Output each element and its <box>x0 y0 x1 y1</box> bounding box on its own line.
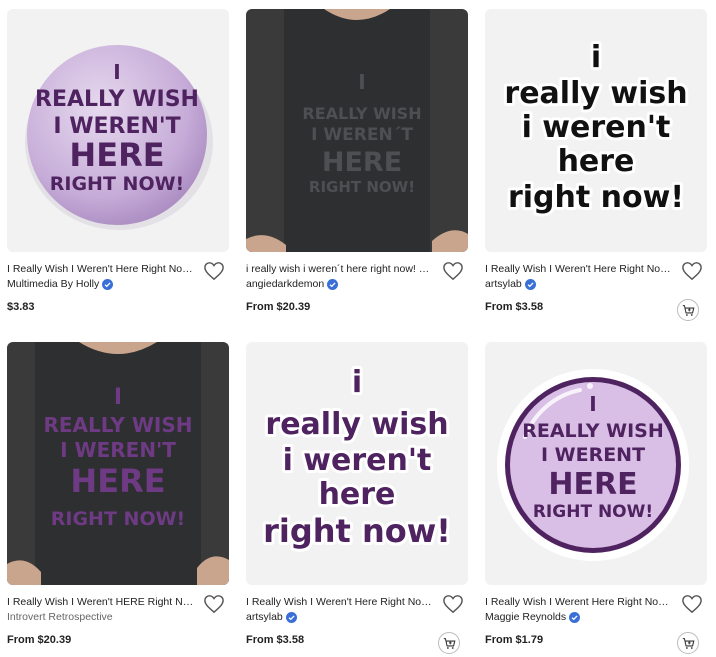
heart-icon[interactable] <box>442 594 464 614</box>
art-line: REALLY WISH <box>35 87 199 112</box>
art-line: I WEREN´T <box>311 125 413 145</box>
product-price: $3.83 <box>7 301 35 313</box>
seller-name[interactable]: artsylab <box>485 278 536 290</box>
art-line: i <box>352 365 362 400</box>
seller-label: Multimedia By Holly <box>7 278 100 290</box>
art-line: here <box>319 477 396 512</box>
art-line: RIGHT NOW! <box>51 508 185 530</box>
seller-name[interactable]: Multimedia By Holly <box>7 278 114 290</box>
product-image-sticker[interactable]: i really wish i weren't here right now! <box>485 9 707 252</box>
add-to-cart-button[interactable] <box>677 299 699 321</box>
verified-badge-icon <box>327 278 339 290</box>
round-sticker-image: I REALLY WISH I WERENT HERE RIGHT NOW! <box>497 369 689 561</box>
product-price: From $3.58 <box>246 634 305 646</box>
product-image-sticker[interactable]: I REALLY WISH I WERENT HERE RIGHT NOW! <box>485 342 707 585</box>
product-title[interactable]: I Really Wish I Weren't Here Right Now! … <box>485 263 675 275</box>
seller-label: artsylab <box>485 278 522 290</box>
heart-icon[interactable] <box>681 261 703 281</box>
product-price: From $1.79 <box>485 634 544 646</box>
art-line: i weren't <box>283 443 432 478</box>
art-line: HERE <box>548 467 637 502</box>
art-line: i <box>591 40 601 75</box>
seller-label: artsylab <box>246 611 283 623</box>
art-line: I WERENT <box>541 444 645 466</box>
art-line: I <box>114 385 122 410</box>
sticker-image: i really wish i weren't here right now! <box>501 37 690 218</box>
seller-name[interactable]: angiedarkdemon <box>246 278 339 290</box>
art-line: RIGHT NOW! <box>309 178 415 196</box>
verified-badge-icon <box>569 611 581 623</box>
heart-icon[interactable] <box>442 261 464 281</box>
product-title[interactable]: I Really Wish I Weren't Here Right Now! … <box>246 596 436 608</box>
heart-icon[interactable] <box>681 594 703 614</box>
art-line: i weren't <box>522 110 671 145</box>
product-title[interactable]: I Really Wish I Weren't Here Right Now B… <box>7 263 197 275</box>
sticker-image: i really wish i weren't here right now! <box>260 362 454 553</box>
cart-icon <box>443 637 455 649</box>
product-title[interactable]: I Really Wish I Werent Here Right Now St… <box>485 596 675 608</box>
seller-name[interactable]: artsylab <box>246 611 297 623</box>
product-price: From $20.39 <box>246 301 311 313</box>
tshirt-image: I REALLY WISH I WEREN'T HERE RIGHT NOW! <box>7 342 229 585</box>
tshirt-image: I REALLY WISH I WEREN´T HERE RIGHT NOW! <box>246 9 468 252</box>
product-image-tshirt[interactable]: I REALLY WISH I WEREN´T HERE RIGHT NOW! <box>246 9 468 252</box>
art-line: RIGHT NOW! <box>50 173 184 195</box>
art-line: HERE <box>70 462 165 500</box>
verified-badge-icon <box>285 611 297 623</box>
cart-icon <box>682 637 694 649</box>
seller-name[interactable]: Maggie Reynolds <box>485 611 581 623</box>
seller-name[interactable]: Introvert Retrospective <box>7 611 113 623</box>
product-title[interactable]: i really wish i weren´t here right now! … <box>246 263 436 275</box>
art-line: I <box>589 392 596 416</box>
seller-label: Introvert Retrospective <box>7 611 113 623</box>
button-pin-image: I REALLY WISH I WEREN'T HERE RIGHT NOW! <box>25 45 213 230</box>
product-price: From $20.39 <box>7 634 72 646</box>
art-line: I WEREN'T <box>60 438 176 462</box>
art-line: HERE <box>322 147 402 178</box>
heart-icon[interactable] <box>203 594 225 614</box>
art-line: I <box>358 70 365 94</box>
product-image-tshirt[interactable]: I REALLY WISH I WEREN'T HERE RIGHT NOW! <box>7 342 229 585</box>
product-price: From $3.58 <box>485 301 544 313</box>
art-line: REALLY WISH <box>302 104 421 123</box>
product-title[interactable]: I Really Wish I Weren't HERE Right Now 2… <box>7 596 197 608</box>
art-line: REALLY WISH <box>522 420 664 442</box>
art-line: right now! <box>508 180 684 215</box>
heart-icon[interactable] <box>203 261 225 281</box>
product-image-button[interactable]: I REALLY WISH I WEREN'T HERE RIGHT NOW! <box>7 9 229 252</box>
art-line: I <box>113 60 120 84</box>
verified-badge-icon <box>524 278 536 290</box>
add-to-cart-button[interactable] <box>677 632 699 654</box>
product-image-sticker[interactable]: i really wish i weren't here right now! <box>246 342 468 585</box>
art-line: here <box>558 144 635 179</box>
seller-label: Maggie Reynolds <box>485 611 567 623</box>
art-line: REALLY WISH <box>43 413 192 437</box>
art-line: right now! <box>263 512 451 550</box>
cart-icon <box>682 304 694 316</box>
art-line: really wish <box>504 76 687 111</box>
art-line: really wish <box>265 407 448 442</box>
art-line: RIGHT NOW! <box>533 502 653 522</box>
seller-label: angiedarkdemon <box>246 278 325 290</box>
verified-badge-icon <box>102 278 114 290</box>
art-line: HERE <box>69 136 164 174</box>
add-to-cart-button[interactable] <box>438 632 460 654</box>
